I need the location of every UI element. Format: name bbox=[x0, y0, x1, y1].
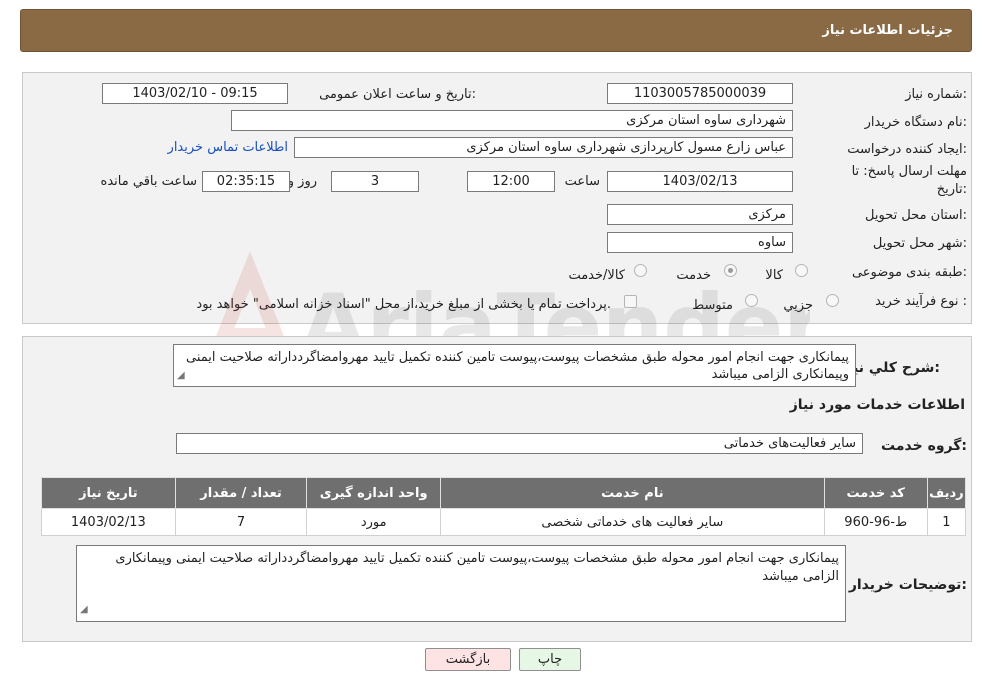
buyer-contact-link[interactable]: اطلاعات تماس خریدار bbox=[168, 140, 288, 155]
col-quantity: تعداد / مقدار bbox=[174, 477, 308, 509]
buyer-notes-text: پیمانکاری جهت انجام امور محوله طبق مشخصا… bbox=[115, 551, 839, 584]
process-option-medium-label: متوسط bbox=[692, 298, 733, 313]
deadline-time-field: 12:00 bbox=[467, 171, 555, 192]
table-row: 1 ط-96-960 سایر فعالیت های خدماتی شخصی م… bbox=[41, 508, 967, 536]
category-option-goods-label: کالا bbox=[765, 268, 783, 283]
cell-row-number: 1 bbox=[926, 508, 967, 536]
category-option-service-radio[interactable] bbox=[724, 264, 737, 277]
col-service-code: کد خدمت bbox=[823, 477, 928, 509]
remaining-time-field: 02:35:15 bbox=[202, 171, 290, 192]
services-table: رديف کد خدمت نام خدمت واحد اندازه گیری ت… bbox=[41, 477, 967, 536]
col-row-number: رديف bbox=[926, 477, 967, 509]
cell-service-code: ط-96-960 bbox=[823, 508, 928, 536]
remaining-days-label: روز و bbox=[287, 174, 317, 189]
process-type-label: نوع فرآیند خرید : bbox=[875, 294, 967, 309]
service-group-label: گروه خدمت: bbox=[881, 438, 967, 454]
process-option-medium-radio[interactable] bbox=[745, 294, 758, 307]
deadline-date-field: 1403/02/13 bbox=[607, 171, 793, 192]
process-option-minor-label: جزیي bbox=[783, 298, 813, 313]
deadline-label-date: تاریخ: bbox=[936, 182, 967, 197]
request-creator-field: عباس زارع مسول کارپردازی شهرداری ساوه اس… bbox=[294, 137, 793, 158]
page-header: جزئیات اطلاعات نیاز bbox=[20, 9, 972, 52]
remaining-time-label: ساعت باقي مانده bbox=[100, 174, 197, 189]
print-button[interactable]: چاپ bbox=[519, 648, 581, 671]
cell-unit: مورد bbox=[306, 508, 442, 536]
services-table-header: رديف کد خدمت نام خدمت واحد اندازه گیری ت… bbox=[41, 477, 967, 509]
resize-grip-icon[interactable]: ◢ bbox=[177, 367, 185, 384]
remaining-days-field: 3 bbox=[331, 171, 419, 192]
cell-quantity: 7 bbox=[174, 508, 308, 536]
category-option-both-label: کالا/خدمت bbox=[568, 268, 625, 283]
need-number-label: شماره نیاز: bbox=[905, 87, 967, 102]
category-option-goods-radio[interactable] bbox=[795, 264, 808, 277]
page-title: جزئیات اطلاعات نیاز bbox=[822, 23, 953, 38]
col-need-date: تاريخ نياز bbox=[41, 477, 176, 509]
col-service-name: نام خدمت bbox=[440, 477, 825, 509]
buyer-notes-label: توضيحات خريدار: bbox=[848, 577, 967, 593]
category-label: طبقه بندی موضوعی: bbox=[851, 265, 967, 280]
delivery-city-label: شهر محل تحویل: bbox=[872, 236, 967, 251]
delivery-province-field: مرکزی bbox=[607, 204, 793, 225]
treasury-payment-checkbox[interactable] bbox=[624, 295, 637, 308]
resize-grip-icon[interactable]: ◢ bbox=[80, 601, 88, 619]
process-option-minor-radio[interactable] bbox=[826, 294, 839, 307]
delivery-province-label: استان محل تحویل: bbox=[865, 208, 967, 223]
category-option-service-label: خدمت bbox=[676, 268, 711, 283]
announce-datetime-field: 1403/02/10 - 09:15 bbox=[102, 83, 288, 104]
announce-datetime-label: تاریخ و ساعت اعلان عمومی: bbox=[319, 87, 476, 102]
deadline-time-label: ساعت bbox=[564, 174, 600, 189]
category-option-both-radio[interactable] bbox=[634, 264, 647, 277]
buyer-org-field: شهرداری ساوه استان مرکزی bbox=[231, 110, 793, 131]
description-textarea[interactable]: پیمانکاری جهت انجام امور محوله طبق مشخصا… bbox=[173, 344, 856, 387]
cell-need-date: 1403/02/13 bbox=[41, 508, 176, 536]
buyer-notes-textarea[interactable]: پیمانکاری جهت انجام امور محوله طبق مشخصا… bbox=[76, 545, 846, 622]
delivery-city-field: ساوه bbox=[607, 232, 793, 253]
services-section-title: اطلاعات خدمات مورد نياز bbox=[789, 397, 965, 413]
col-unit: واحد اندازه گیری bbox=[306, 477, 442, 509]
back-button[interactable]: بازگشت bbox=[425, 648, 511, 671]
request-creator-label: ایجاد کننده درخواست: bbox=[847, 142, 967, 157]
cell-service-name: سایر فعالیت های خدماتی شخصی bbox=[440, 508, 825, 536]
description-text: پیمانکاری جهت انجام امور محوله طبق مشخصا… bbox=[186, 350, 849, 382]
treasury-payment-note: پرداخت تمام یا بخشی از مبلغ خرید،از محل … bbox=[196, 297, 611, 312]
deadline-label: مهلت ارسال پاسخ: تا bbox=[851, 164, 967, 179]
need-number-field: 1103005785000039 bbox=[607, 83, 793, 104]
buyer-org-label: نام دستگاه خریدار: bbox=[864, 115, 967, 130]
service-group-field: سایر فعالیت‌های خدماتی bbox=[176, 433, 863, 454]
